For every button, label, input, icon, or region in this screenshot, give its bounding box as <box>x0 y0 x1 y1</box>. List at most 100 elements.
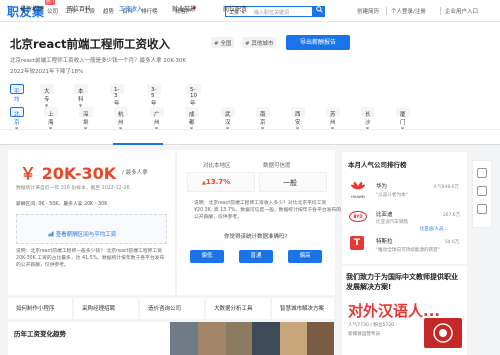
city-shanghai[interactable]: 上海▼ <box>44 107 58 131</box>
company-metric-tesla: 54.6万 <box>445 240 460 245</box>
hot-badge: 热门 <box>45 0 56 5</box>
reliability-label: 数据可信度 <box>263 163 291 169</box>
city-hangzhou[interactable]: 杭州▼ <box>114 107 128 131</box>
city-label: 南京 <box>260 112 266 126</box>
city-beijing[interactable]: 北京▼ <box>10 107 24 131</box>
tag-nationwide[interactable]: # 全国 <box>211 37 235 48</box>
city-label: 北京 <box>14 112 20 126</box>
mini-card-procurement[interactable]: 采购经理招聘 <box>74 298 138 319</box>
filter-5-10-years[interactable]: 5-10年▼ <box>186 84 201 112</box>
vote-normal-button[interactable]: 普通 <box>239 250 273 263</box>
city-label: 上海 <box>48 112 54 126</box>
city-guangzhou[interactable]: 广州▼ <box>150 107 164 131</box>
divider <box>386 7 387 15</box>
sample-meta: 数据统计来自近一年 316 份样本，截至 2022-12-26 <box>16 186 130 191</box>
summary-text: 北京react前端工程师工资收入一般是多少钱一个月？最多人拿 20K-30K <box>10 58 186 64</box>
city-label: 厦门 <box>400 112 406 126</box>
search-button[interactable] <box>313 6 325 17</box>
filter-label: 平均 <box>14 89 20 103</box>
trend-photo <box>226 322 252 355</box>
filter-1-3-years[interactable]: 1-3年▼ <box>110 84 124 112</box>
company-metric-huawei: 人气848.6万 <box>433 185 459 190</box>
trend-photo <box>170 322 198 355</box>
company-name-huawei[interactable]: 华为 <box>376 182 387 190</box>
vote-low-button[interactable]: 偏低 <box>190 250 224 263</box>
salary-distribution: 薪酬区间: 0K - 50K、最多人拿 20K - 30K <box>16 202 108 207</box>
salary-range: ￥ 20K-30K <box>20 164 117 183</box>
salary-description: 说明：北京react前端工程师一般多少钱？ 北京react前端工程师工资 20K… <box>16 249 165 268</box>
city-shenzhen[interactable]: 深圳▼ <box>79 107 93 131</box>
view-chart-label: 查看薪酬区间与平均工资 <box>55 232 117 238</box>
view-chart-link[interactable]: 查看薪酬区间与平均工资 <box>48 230 116 238</box>
mini-card-cost-consulting[interactable]: 造价咨询公司 <box>140 298 204 319</box>
city-label: 苏州 <box>330 112 336 126</box>
trend-photo <box>252 322 280 355</box>
mini-card-mini-program[interactable]: 如何制作小程序 <box>8 298 72 319</box>
city-nanjing[interactable]: 南京▼ <box>256 107 270 131</box>
filter-label: 大专 <box>44 89 50 103</box>
city-label: 深圳 <box>83 112 89 126</box>
tab-latest-jobs[interactable]: 最新招聘 热门 <box>20 0 56 13</box>
nav-company[interactable]: 公司 <box>47 7 58 15</box>
ad-popularity: 人气7730 / 粉丝5720 <box>348 323 395 328</box>
tab-duties[interactable]: 岗位职责 <box>223 4 247 13</box>
nav-rankings[interactable]: 排行榜 <box>141 7 158 15</box>
company-tag-byd: 比亚迪汽车销售 <box>376 220 409 225</box>
filter-label: 本科 <box>78 89 84 103</box>
city-chengdu[interactable]: 成都▼ <box>185 107 199 131</box>
feedback-icon[interactable] <box>477 204 487 214</box>
tesla-logo-icon: T <box>350 236 364 250</box>
compare-city-label: 对比本地区 <box>203 163 231 169</box>
city-xiamen[interactable]: 厦门▼ <box>396 107 410 131</box>
ranking-title: 本月人气公司排行榜 <box>348 161 407 169</box>
reliability-value: 一般 <box>283 179 297 187</box>
filter-3-5-years[interactable]: 3-5年▼ <box>147 84 161 112</box>
city-changsha[interactable]: 长沙▼ <box>361 107 375 131</box>
page-title: 北京react前端工程师工资收入 <box>10 37 171 51</box>
ad-logo <box>424 318 462 348</box>
city-suzhou[interactable]: 苏州▼ <box>326 107 340 131</box>
search-icon <box>315 6 323 13</box>
divider <box>440 7 441 15</box>
company-name-byd[interactable]: 比亚迪 <box>376 210 393 218</box>
company-link-byd[interactable]: 比亚迪/人员... <box>420 226 448 232</box>
company-name-tesla[interactable]: 特斯拉 <box>376 237 393 245</box>
city-label: 成都 <box>189 112 195 126</box>
tag-other-cities[interactable]: # 其他城市 <box>242 37 277 48</box>
tab-salary[interactable]: 工资收入 <box>119 4 143 13</box>
trend-photo <box>307 322 334 355</box>
city-xian[interactable]: 西安▼ <box>291 107 305 131</box>
tab-encyclopedia[interactable]: 职位百科 <box>67 4 91 13</box>
filter-average[interactable]: 平均 <box>10 84 24 103</box>
export-report-button[interactable]: 导出薪酬报告 <box>286 35 350 50</box>
create-resume-link[interactable]: 创建简历 <box>357 7 379 15</box>
enterprise-entry-link[interactable]: 企业用户入口 <box>445 7 478 15</box>
trend-photo <box>198 322 226 355</box>
filter-junior-college[interactable]: 大专▼ <box>40 84 54 108</box>
login-register-link[interactable]: 个人登录/注册 <box>391 7 426 15</box>
tab-prospects[interactable]: 就业前景 <box>172 4 196 13</box>
nav-trends[interactable]: 趋势 <box>103 7 114 15</box>
mini-card-bigdata[interactable]: 大数据分析工具 <box>206 298 270 319</box>
tab-bar <box>0 129 500 145</box>
active-tab-indicator <box>113 143 163 145</box>
company-tag-tesla: "推动全球向可持续能源的转变" <box>376 248 440 253</box>
city-label: 武汉 <box>225 112 231 126</box>
chat-icon[interactable] <box>477 186 487 196</box>
filter-bachelor[interactable]: 本科▼ <box>74 84 88 108</box>
city-label: 广州 <box>154 112 160 126</box>
accuracy-question: 你觉得该统计数据准确吗? <box>224 234 288 240</box>
city-wuhan[interactable]: 武汉▼ <box>221 107 235 131</box>
compare-city-value: ▲13.7% <box>202 178 230 186</box>
trend-photo <box>280 322 307 355</box>
qrcode-icon[interactable] <box>477 168 487 178</box>
search-input[interactable]: 输入职位关键词 <box>251 6 313 17</box>
mini-card-smart-city[interactable]: 智慧城市解决方案 <box>272 298 334 319</box>
salary-unit: / 最多人拿 <box>122 170 148 176</box>
vote-high-button[interactable]: 偏高 <box>288 250 322 263</box>
growth-text: 2022年较2021年下降了18% <box>10 69 84 75</box>
filter-label: 5-10年 <box>190 87 197 107</box>
ad-title: 我们致力于为国际中文教师提供职业发展解决方案! <box>346 273 458 291</box>
compare-description: 说明：北京react前端工程师工资收入多少？对比北京平均工资 ¥20.3K, 高… <box>194 201 342 220</box>
compare-city-percent: 13.7% <box>205 178 231 186</box>
